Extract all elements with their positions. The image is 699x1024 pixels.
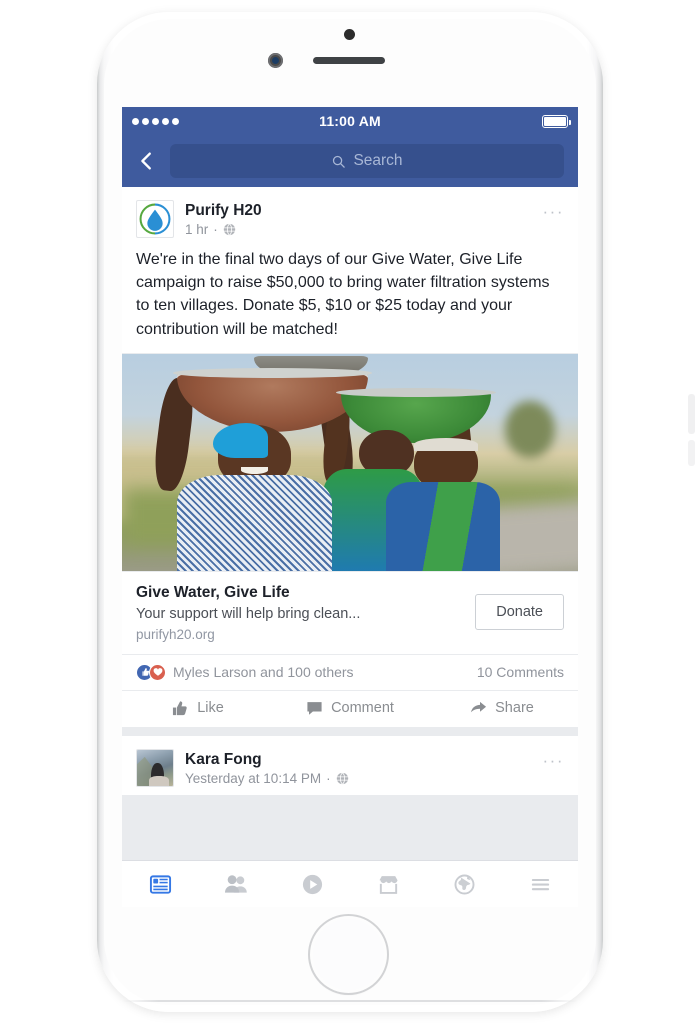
link-info-row: Give Water, Give Life Your support will … xyxy=(122,570,578,654)
news-feed-icon xyxy=(149,874,171,894)
watch-video-icon xyxy=(302,874,322,894)
news-feed[interactable]: Purify H20 1 hr · ··· We're in the final… xyxy=(122,187,578,907)
comment-bubble-icon xyxy=(307,701,322,715)
love-reaction-icon xyxy=(149,663,166,681)
post-meta: Kara Fong Yesterday at 10:14 PM · xyxy=(185,749,564,786)
notifications-globe-icon xyxy=(454,874,474,894)
power-button[interactable] xyxy=(688,394,695,434)
share-button[interactable]: Share xyxy=(426,700,578,717)
link-title[interactable]: Give Water, Give Life xyxy=(136,583,465,603)
separator-dot: · xyxy=(326,771,331,787)
thumbs-up-icon xyxy=(173,701,187,715)
post-timestamp: Yesterday at 10:14 PM xyxy=(185,771,322,787)
front-camera-icon xyxy=(268,53,283,68)
share-arrow-icon xyxy=(471,701,487,713)
reaction-names[interactable]: Myles Larson and 100 others xyxy=(173,664,477,680)
earpiece-speaker-icon xyxy=(313,57,385,64)
status-bar: 11:00 AM xyxy=(122,107,578,135)
donate-button[interactable]: Donate xyxy=(475,594,564,631)
globe-public-icon xyxy=(223,223,235,236)
back-chevron-icon[interactable] xyxy=(136,150,158,172)
home-button-icon[interactable] xyxy=(308,914,389,995)
link-description: Your support will help bring clean... xyxy=(136,605,361,622)
navigation-bar: Search xyxy=(122,135,578,187)
feed-separator xyxy=(122,726,578,736)
post-body-text: We're in the final two days of our Give … xyxy=(136,251,550,338)
device-bottom-seam xyxy=(122,1000,578,1002)
post-header: Purify H20 1 hr · ··· xyxy=(122,187,578,246)
status-time: 11:00 AM xyxy=(319,113,381,129)
battery-full-icon xyxy=(542,114,571,128)
hamburger-menu-icon xyxy=(531,878,549,890)
separator-dot: · xyxy=(213,222,218,238)
post-header: Kara Fong Yesterday at 10:14 PM · ··· xyxy=(122,736,578,795)
like-button[interactable]: Like xyxy=(122,700,274,717)
comment-button-label: Comment xyxy=(331,700,394,717)
phone-screen: 11:00 AM Search Purify H20 1 hr · ··· We… xyxy=(122,107,578,907)
bottom-tab-bar xyxy=(122,860,578,907)
tab-friends[interactable] xyxy=(198,873,274,896)
marketplace-icon xyxy=(378,875,398,894)
post-more-options-button[interactable]: ··· xyxy=(543,752,564,769)
link-attachment-card[interactable]: Give Water, Give Life Your support will … xyxy=(122,352,578,654)
post-kara-fong: Kara Fong Yesterday at 10:14 PM · ··· xyxy=(122,735,578,795)
search-icon xyxy=(333,155,346,168)
tab-news-feed[interactable] xyxy=(122,873,198,896)
search-input[interactable]: Search xyxy=(170,144,564,178)
post-purify-h20: Purify H20 1 hr · ··· We're in the final… xyxy=(122,187,578,727)
friends-icon xyxy=(224,874,247,893)
post-meta: Purify H20 1 hr · xyxy=(185,200,564,237)
post-author-name[interactable]: Purify H20 xyxy=(185,201,564,220)
kara-fong-profile-photo[interactable] xyxy=(136,748,174,787)
post-author-name[interactable]: Kara Fong xyxy=(185,750,564,769)
tab-notifications[interactable] xyxy=(426,873,502,896)
screenshot-stage: 11:00 AM Search Purify H20 1 hr · ··· We… xyxy=(0,0,699,1024)
post-subline: Yesterday at 10:14 PM · xyxy=(185,771,564,786)
globe-public-icon xyxy=(336,772,348,785)
proximity-sensor-dot xyxy=(344,29,355,40)
like-button-label: Like xyxy=(197,700,224,717)
tab-menu[interactable] xyxy=(502,873,578,896)
post-timestamp: 1 hr xyxy=(185,222,209,238)
water-drop-logo-icon[interactable] xyxy=(136,200,174,238)
link-text-block: Give Water, Give Life Your support will … xyxy=(136,583,465,642)
reaction-summary-row: Myles Larson and 100 others 10 Comments xyxy=(122,653,578,690)
post-action-row: Like Comment Share xyxy=(122,689,578,727)
girls-carrying-water-bowls-photo[interactable] xyxy=(122,353,578,571)
comment-button[interactable]: Comment xyxy=(274,700,426,717)
volume-button[interactable] xyxy=(688,440,695,466)
post-more-options-button[interactable]: ··· xyxy=(543,203,564,220)
reaction-icons[interactable] xyxy=(136,663,166,681)
comment-count[interactable]: 10 Comments xyxy=(477,664,564,680)
share-button-label: Share xyxy=(495,700,534,717)
link-url: purifyh20.org xyxy=(136,626,215,642)
search-placeholder: Search xyxy=(353,152,403,169)
tab-marketplace[interactable] xyxy=(350,873,426,896)
post-subline: 1 hr · xyxy=(185,222,564,237)
tab-watch[interactable] xyxy=(274,873,350,896)
